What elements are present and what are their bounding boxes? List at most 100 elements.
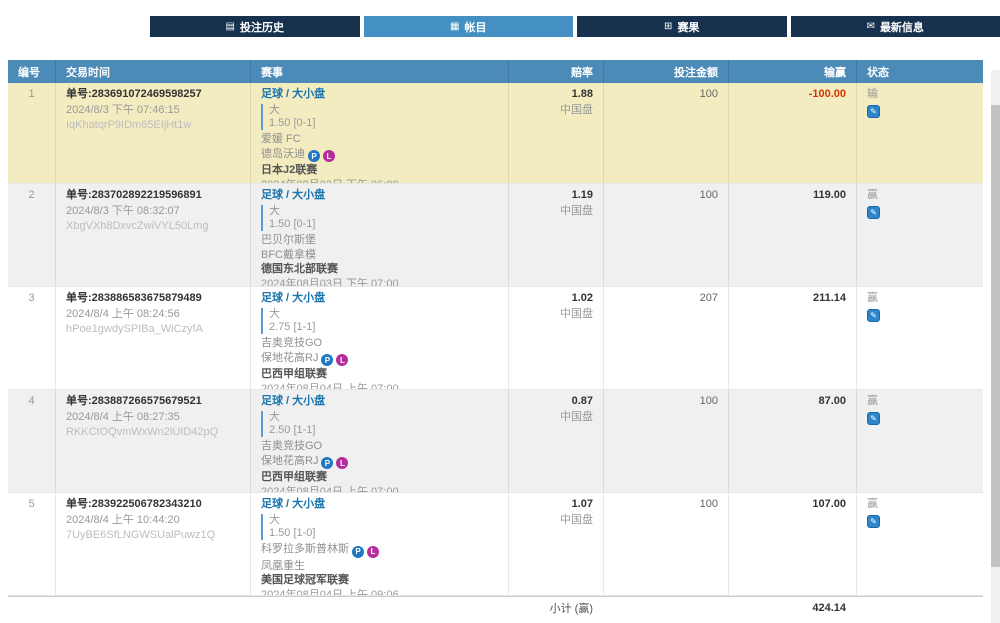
odds-type: 中国盘: [519, 205, 593, 218]
result-value: 107.00: [739, 498, 846, 511]
away-team: BFC戴拿模: [261, 249, 498, 262]
away-team-name: 保地花高RJ: [261, 352, 318, 364]
row-number: 1: [8, 83, 55, 183]
odds-value: 1.88: [519, 88, 593, 101]
transaction-ref: hPoe1gwdySPIBa_WiCzyfA: [66, 323, 240, 336]
event-cell: 足球 / 大小盘 大 2.50 [1-1] 吉奥竞技GO 保地花高RJPL 巴西…: [250, 390, 508, 492]
status-cell: 输 ✎: [856, 83, 983, 183]
event-cell: 足球 / 大小盘 大 1.50 [0-1] 爱媛 FC 德岛沃迪PL 日本J2联…: [250, 83, 508, 183]
parlay-badge-icon[interactable]: P: [321, 354, 333, 366]
odds-line: 1.50 [1-0]: [269, 527, 498, 540]
header-result: 输赢: [728, 60, 856, 83]
transaction-cell: 单号:283702892219596891 2024/8/3 下午 08:32:…: [55, 184, 250, 286]
table-row: 3 单号:283886583675879489 2024/8/4 上午 08:2…: [8, 287, 983, 390]
header-odds: 赔率: [508, 60, 603, 83]
tab-latest-info[interactable]: ✉ 最新信息: [791, 16, 1000, 37]
header-event: 赛事: [250, 60, 508, 83]
pick: 大: [269, 308, 498, 321]
note-icon[interactable]: ✎: [867, 309, 880, 322]
transaction-ref: RKKCtOQvmWxWn2lUID42pQ: [66, 426, 240, 439]
status-text: 赢: [867, 498, 973, 511]
odds-value: 0.87: [519, 395, 593, 408]
note-icon[interactable]: ✎: [867, 412, 880, 425]
away-team: 保地花高RJPL: [261, 352, 498, 367]
league-name: 日本J2联赛: [261, 164, 498, 177]
tab-results[interactable]: ⊞ 赛果: [577, 16, 787, 37]
transaction-time: 2024/8/3 下午 08:32:07: [66, 205, 240, 218]
vertical-scrollbar-track[interactable]: [991, 70, 1000, 623]
tab-accounts[interactable]: ▦ 帐目: [364, 16, 574, 37]
pick: 大: [269, 514, 498, 527]
odds-line: 1.50 [0-1]: [269, 218, 498, 231]
vertical-scrollbar-thumb[interactable]: [991, 105, 1000, 567]
home-team: 吉奥竞技GO: [261, 337, 498, 350]
event-cell: 足球 / 大小盘 大 1.50 [0-1] 巴贝尔斯堡 BFC戴拿模 德国东北部…: [250, 184, 508, 286]
ledger-icon: ▦: [450, 22, 459, 32]
table-row: 5 单号:283922506782343210 2024/8/4 上午 10:4…: [8, 493, 983, 596]
away-team-name: 保地花高RJ: [261, 455, 318, 467]
mail-icon: ✉: [867, 22, 875, 32]
status-cell: 赢 ✎: [856, 493, 983, 595]
league-name: 美国足球冠军联赛: [261, 574, 498, 587]
live-badge-icon[interactable]: L: [336, 457, 348, 469]
note-icon[interactable]: ✎: [867, 105, 880, 118]
live-badge-icon[interactable]: L: [367, 546, 379, 558]
stake-value: 100: [603, 184, 728, 286]
parlay-badge-icon[interactable]: P: [308, 150, 320, 162]
transaction-time: 2024/8/3 下午 07:46:15: [66, 104, 240, 117]
transaction-ref: 7UyBE6SfLNGWSUalPuwz1Q: [66, 529, 240, 542]
market-link[interactable]: 足球 / 大小盘: [261, 88, 325, 100]
subtotal-value: 424.14: [728, 602, 856, 614]
odds-value: 1.07: [519, 498, 593, 511]
order-number: 单号:283922506782343210: [66, 498, 240, 511]
odds-value: 1.02: [519, 292, 593, 305]
order-number: 单号:283886583675879489: [66, 292, 240, 305]
order-number: 单号:283691072469598257: [66, 88, 240, 101]
result-value: 119.00: [739, 189, 846, 202]
market-link[interactable]: 足球 / 大小盘: [261, 189, 325, 201]
status-text: 赢: [867, 189, 973, 202]
transaction-cell: 单号:283691072469598257 2024/8/3 下午 07:46:…: [55, 83, 250, 183]
top-nav: ▤ 投注历史 ▦ 帐目 ⊞ 赛果 ✉ 最新信息: [150, 16, 1000, 37]
stake-value: 207: [603, 287, 728, 389]
note-icon[interactable]: ✎: [867, 206, 880, 219]
order-number: 单号:283887266575679521: [66, 395, 240, 408]
live-badge-icon[interactable]: L: [336, 354, 348, 366]
market-link[interactable]: 足球 / 大小盘: [261, 498, 325, 510]
odds-type: 中国盘: [519, 411, 593, 424]
header-no: 编号: [8, 64, 55, 80]
stake-value: 100: [603, 83, 728, 183]
results-icon: ⊞: [664, 22, 672, 32]
tab-bet-history[interactable]: ▤ 投注历史: [150, 16, 360, 37]
match-time: 2024年08月04日 上午 07:00: [261, 383, 498, 390]
event-cell: 足球 / 大小盘 大 1.50 [1-0] 科罗拉多斯普林斯PL 凤凰重生 美国…: [250, 493, 508, 595]
parlay-badge-icon[interactable]: P: [352, 546, 364, 558]
pick-block: 大 1.50 [0-1]: [261, 205, 498, 231]
live-badge-icon[interactable]: L: [323, 150, 335, 162]
league-name: 德国东北部联赛: [261, 263, 498, 276]
tab-latest-info-label: 最新信息: [880, 19, 924, 35]
event-cell: 足球 / 大小盘 大 2.75 [1-1] 吉奥竞技GO 保地花高RJPL 巴西…: [250, 287, 508, 389]
odds-line: 2.75 [1-1]: [269, 321, 498, 334]
odds-line: 1.50 [0-1]: [269, 117, 498, 130]
odds-type: 中国盘: [519, 514, 593, 527]
transaction-time: 2024/8/4 上午 10:44:20: [66, 514, 240, 527]
market-link[interactable]: 足球 / 大小盘: [261, 395, 325, 407]
header-status: 状态: [856, 60, 983, 83]
odds-line: 2.50 [1-1]: [269, 424, 498, 437]
result-value: 211.14: [739, 292, 846, 305]
status-cell: 赢 ✎: [856, 287, 983, 389]
odds-cell: 1.07 中国盘: [508, 493, 603, 595]
odds-cell: 1.19 中国盘: [508, 184, 603, 286]
away-team: 保地花高RJPL: [261, 455, 498, 470]
note-icon[interactable]: ✎: [867, 515, 880, 528]
accounts-table: 编号 交易时间 赛事 赔率 投注金额 输赢 状态 1 单号:2836910724…: [8, 60, 983, 618]
bet-history-icon: ▤: [226, 22, 235, 32]
transaction-ref: XbgVXh8DxvcZwiVYL50Lmg: [66, 220, 240, 233]
parlay-badge-icon[interactable]: P: [321, 457, 333, 469]
home-team: 科罗拉多斯普林斯PL: [261, 543, 498, 558]
pick: 大: [269, 411, 498, 424]
market-link[interactable]: 足球 / 大小盘: [261, 292, 325, 304]
status-cell: 赢 ✎: [856, 390, 983, 492]
home-team: 巴贝尔斯堡: [261, 234, 498, 247]
